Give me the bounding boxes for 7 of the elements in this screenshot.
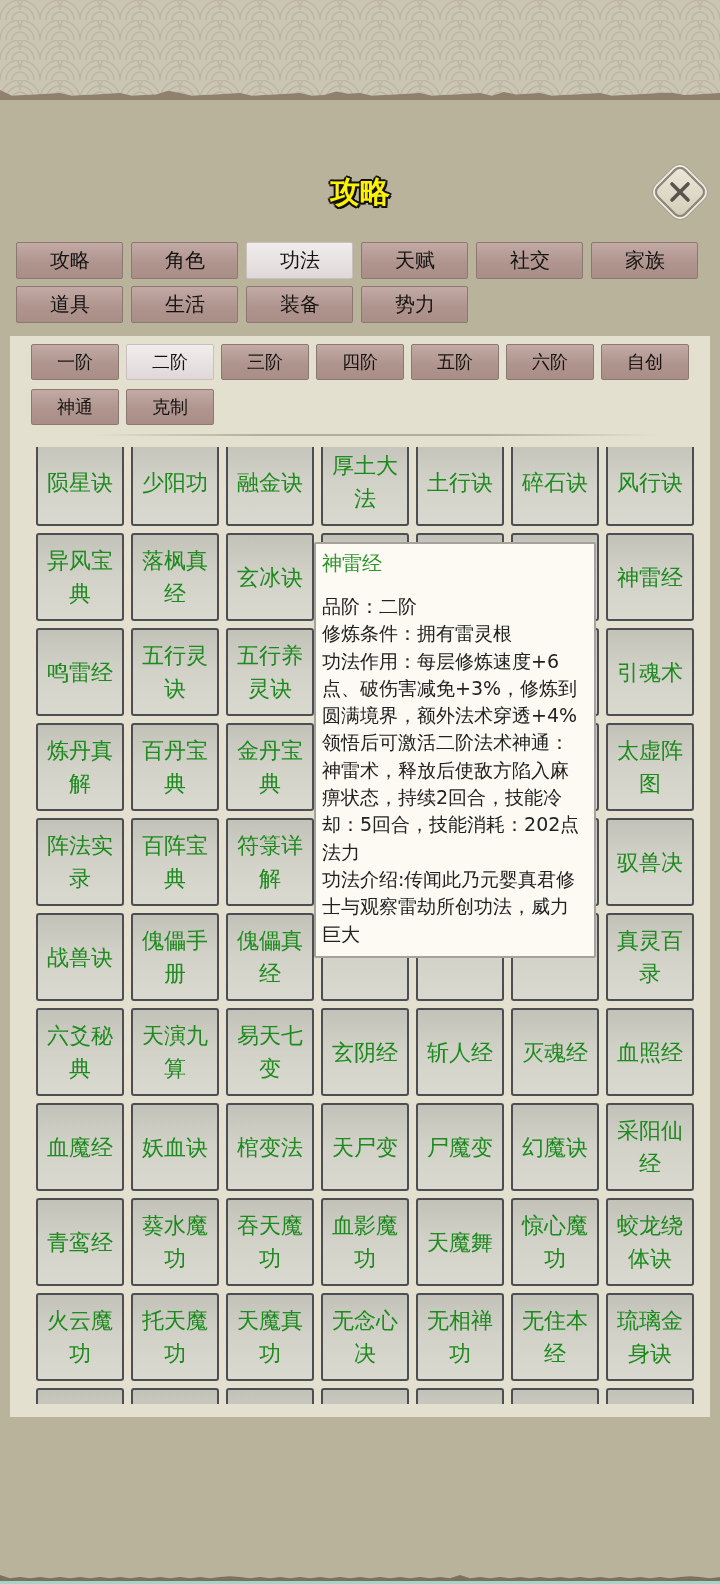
tooltip-text: 功法作用：每层修炼速度+6点、破伤害减免+3%，修炼到圆满境界，额外法术穿透+4% [322, 648, 579, 729]
tooltip-title: 神雷经 [322, 550, 383, 577]
tooltip-text: 功法介绍:传闻此乃元婴真君修士与观察雷劫所创功法，威力巨大 [322, 866, 577, 947]
tooltip-text: 修炼条件：拥有雷灵根 [322, 621, 513, 647]
tooltip-text: 品阶：二阶 [322, 594, 418, 619]
page-title: 攻略 [330, 173, 390, 211]
tooltip-text: 领悟后可激活二阶法术神通：神雷术，释放后使敌方陷入麻痹状态，持续2回合，技能冷却：5回合，技能消耗：202点法力 [322, 730, 580, 865]
